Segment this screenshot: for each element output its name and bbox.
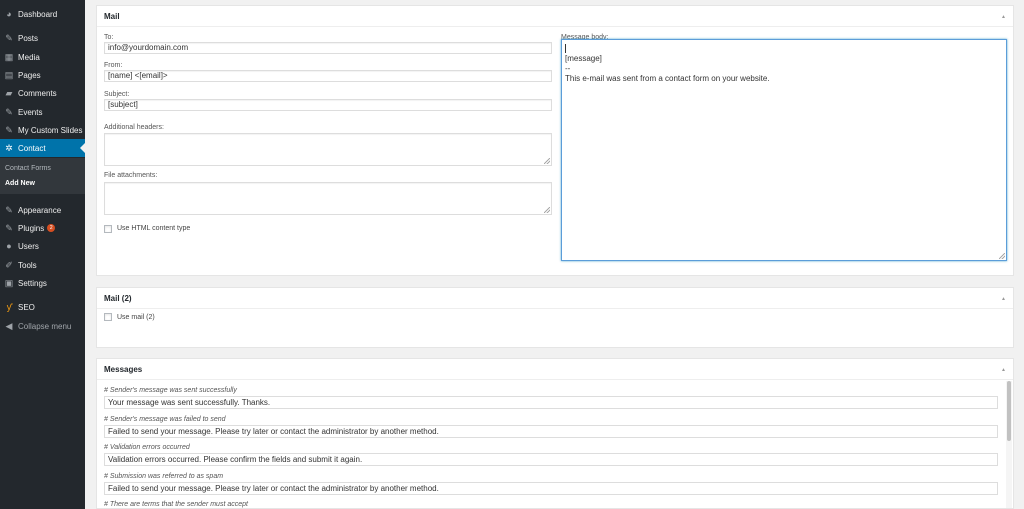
- pin-icon: ✎: [5, 124, 13, 135]
- sidebar-item-label: Plugins: [18, 223, 45, 233]
- sidebar-item-label: Collapse menu: [18, 321, 72, 331]
- resize-handle-icon[interactable]: [544, 158, 550, 164]
- additional-headers-textarea[interactable]: [104, 133, 552, 166]
- additional-headers-label: Additional headers:: [104, 124, 164, 131]
- resize-handle-icon[interactable]: [544, 207, 550, 213]
- sidebar-item-contact[interactable]: ✲ Contact: [0, 139, 85, 157]
- html-content-type-label: Use HTML content type: [117, 225, 191, 232]
- sidebar-item-label: SEO: [18, 302, 35, 312]
- file-attachments-textarea[interactable]: [104, 182, 552, 215]
- sidebar-item-label: Events: [18, 107, 43, 117]
- pin-icon: ✎: [5, 32, 13, 43]
- scrollbar-thumb[interactable]: [1007, 381, 1011, 441]
- sidebar-item-tools[interactable]: ✐ Tools: [0, 256, 85, 274]
- from-label: From:: [104, 62, 123, 69]
- resize-handle-icon[interactable]: [999, 253, 1005, 259]
- submenu-item-contact-forms[interactable]: Contact Forms: [5, 165, 51, 172]
- sidebar-item-label: Users: [18, 241, 39, 251]
- sidebar-item-label: Comments: [18, 88, 57, 98]
- wrench-icon: ✐: [5, 259, 13, 270]
- sidebar-item-pages[interactable]: ▤ Pages: [0, 66, 85, 84]
- divider: [97, 26, 1013, 27]
- message-body-line: [message]: [565, 54, 602, 63]
- sidebar-item-label: Media: [18, 52, 40, 62]
- sidebar-item-label: Pages: [18, 70, 41, 80]
- message-description: # Sender's message was sent successfully: [104, 387, 237, 394]
- toggle-panel-button[interactable]: ▲: [1001, 296, 1006, 302]
- sidebar-item-media[interactable]: ▦ Media: [0, 48, 85, 66]
- message-field[interactable]: Validation errors occurred. Please confi…: [104, 453, 998, 466]
- to-label: To:: [104, 34, 114, 41]
- message-body-line: This e-mail was sent from a contact form…: [565, 74, 770, 83]
- panel-title: Messages: [104, 365, 143, 374]
- brush-icon: ✎: [5, 204, 13, 215]
- message-field[interactable]: Failed to send your message. Please try …: [104, 425, 998, 438]
- message-description: # Sender's message was failed to send: [104, 416, 226, 423]
- sidebar-item-appearance[interactable]: ✎ Appearance: [0, 201, 85, 219]
- text-cursor: [565, 44, 566, 53]
- subject-field[interactable]: [subject]: [104, 99, 552, 111]
- message-description: # Submission was referred to as spam: [104, 473, 224, 480]
- messages-panel: Messages ▲ # Sender's message was sent s…: [96, 358, 1014, 509]
- mail-2-panel: Mail (2) ▲ Use mail (2): [96, 287, 1014, 348]
- comments-icon: ▰: [5, 87, 13, 98]
- sidebar-item-custom-slides[interactable]: ✎ My Custom Slides: [0, 121, 85, 139]
- to-field[interactable]: info@yourdomain.com: [104, 42, 552, 54]
- sidebar-item-settings[interactable]: ▣ Settings: [0, 274, 85, 292]
- sidebar-item-posts[interactable]: ✎ Posts: [0, 29, 85, 47]
- use-mail-2-label: Use mail (2): [117, 314, 155, 321]
- collapse-icon: ◀: [5, 320, 13, 331]
- media-icon: ▦: [4, 51, 14, 62]
- message-body-line: --: [565, 64, 571, 73]
- sidebar-collapse-menu[interactable]: ◀ Collapse menu: [0, 317, 85, 335]
- from-field[interactable]: [name] <[email]>: [104, 70, 552, 82]
- use-mail-2-checkbox[interactable]: [104, 313, 112, 321]
- subject-label: Subject:: [104, 91, 130, 98]
- sidebar-item-comments[interactable]: ▰ Comments: [0, 84, 85, 102]
- scrollbar[interactable]: [1006, 381, 1012, 508]
- admin-sidebar: ◕ Dashboard ✎ Posts ▦ Media ▤ Pages ▰ Co…: [0, 0, 85, 509]
- sidebar-item-label: Settings: [18, 278, 47, 288]
- panel-title: Mail: [104, 12, 120, 21]
- sidebar-item-plugins[interactable]: ✎ Plugins 2: [0, 219, 85, 237]
- submenu-item-add-new[interactable]: Add New: [5, 180, 35, 187]
- toggle-panel-button[interactable]: ▲: [1001, 367, 1006, 373]
- sidebar-item-users[interactable]: ● Users: [0, 237, 85, 255]
- sidebar-item-label: Appearance: [18, 205, 62, 215]
- html-content-type-checkbox[interactable]: [104, 225, 112, 233]
- gear-icon: ✲: [5, 142, 13, 153]
- dashboard-icon: ◕: [6, 8, 12, 19]
- active-indicator: [80, 143, 85, 153]
- message-body-textarea[interactable]: [message] -- This e-mail was sent from a…: [561, 39, 1007, 261]
- update-count-badge: 2: [47, 224, 56, 232]
- mail-panel: Mail ▲ To: info@yourdomain.com From: [na…: [96, 5, 1014, 276]
- divider: [97, 308, 1013, 309]
- divider: [97, 379, 1013, 380]
- message-field[interactable]: Your message was sent successfully. Than…: [104, 396, 998, 409]
- sidebar-item-label: Tools: [18, 260, 37, 270]
- message-field[interactable]: Failed to send your message. Please try …: [104, 482, 998, 495]
- sidebar-item-seo[interactable]: ƴ SEO: [0, 298, 85, 316]
- sidebar-item-label: My Custom Slides: [18, 125, 83, 135]
- pin-icon: ✎: [5, 106, 13, 117]
- panel-title: Mail (2): [104, 294, 132, 303]
- pages-icon: ▤: [4, 69, 14, 80]
- file-attachments-label: File attachments:: [104, 172, 158, 179]
- sidebar-item-dashboard[interactable]: ◕ Dashboard: [0, 5, 85, 23]
- plug-icon: ✎: [5, 222, 13, 233]
- sidebar-item-label: Posts: [18, 33, 39, 43]
- toggle-panel-button[interactable]: ▲: [1001, 14, 1006, 20]
- contact-submenu: Contact Forms Add New: [0, 158, 85, 194]
- sidebar-item-label: Dashboard: [18, 9, 58, 19]
- message-description: # Validation errors occurred: [104, 444, 190, 451]
- users-icon: ●: [6, 240, 12, 251]
- seo-icon: ƴ: [6, 301, 12, 312]
- settings-icon: ▣: [4, 277, 14, 288]
- sidebar-item-label: Contact: [18, 143, 46, 153]
- sidebar-item-events[interactable]: ✎ Events: [0, 103, 85, 121]
- message-description: # There are terms that the sender must a…: [104, 501, 248, 508]
